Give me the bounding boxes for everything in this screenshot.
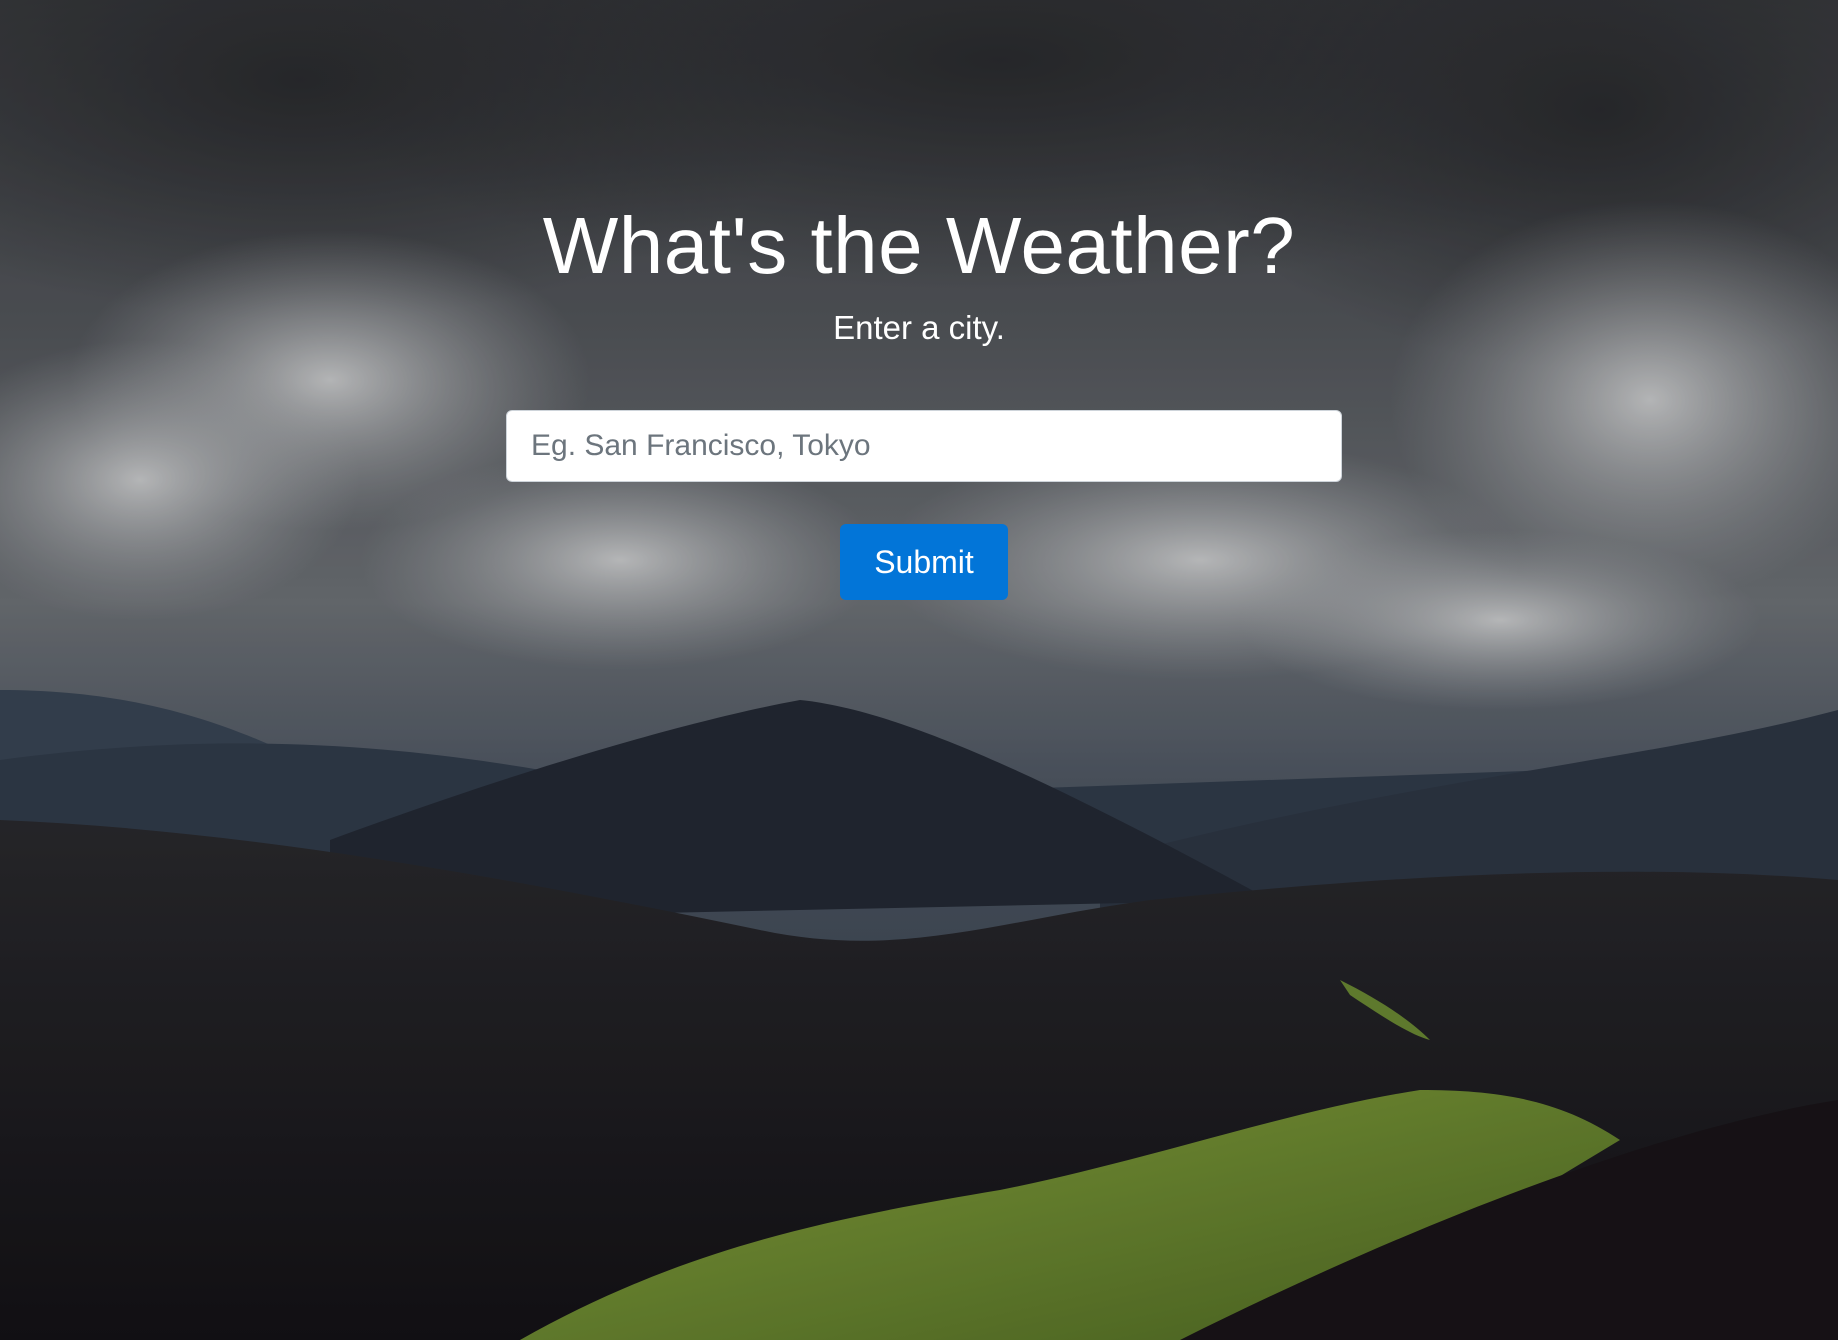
- page-subtitle: Enter a city.: [833, 309, 1005, 346]
- page-title: What's the Weather?: [542, 201, 1296, 290]
- weather-page: What's the Weather? Enter a city. Submit: [0, 0, 1838, 1340]
- submit-button[interactable]: Submit: [840, 524, 1008, 600]
- search-panel: What's the Weather? Enter a city. Submit: [0, 0, 1838, 1340]
- city-search-input[interactable]: [506, 410, 1342, 482]
